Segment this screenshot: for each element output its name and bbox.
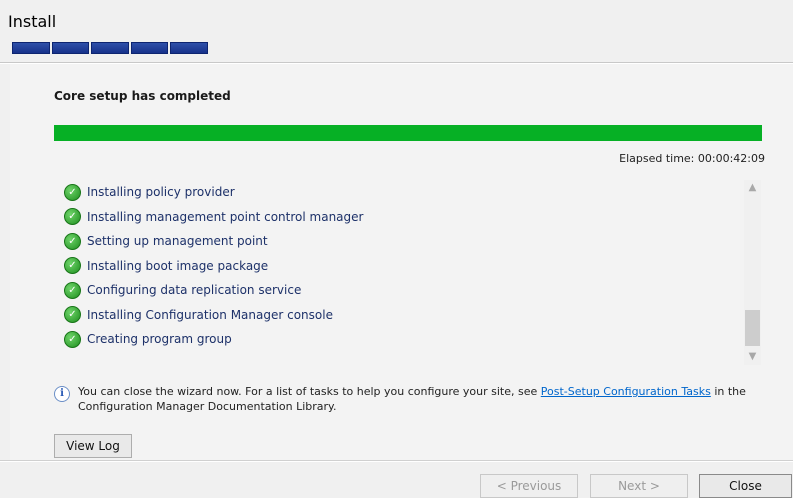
check-icon: ✓ (64, 208, 81, 226)
task-item: ✓ Setting up management point (54, 229, 744, 254)
step-segment (170, 42, 208, 54)
info-message: i You can close the wizard now. For a li… (54, 384, 774, 414)
check-icon: ✓ (64, 281, 81, 299)
next-button[interactable]: Next > (590, 474, 688, 498)
window-title: Install (8, 12, 57, 31)
task-list-scrollbar[interactable]: ▲ ▼ (744, 180, 761, 365)
step-progress-bar (12, 42, 208, 54)
task-label: Installing management point control mana… (87, 209, 364, 224)
footer-divider-highlight (0, 461, 793, 462)
step-segment (12, 42, 50, 54)
task-list: ✓ Installing policy provider ✓ Installing m… (54, 180, 744, 365)
check-icon: ✓ (64, 232, 81, 250)
check-icon: ✓ (64, 257, 81, 275)
info-icon: i (54, 386, 70, 402)
progress-bar (54, 125, 762, 141)
task-item: ✓ Configuring data replication service (54, 278, 744, 303)
view-log-button[interactable]: View Log (54, 434, 132, 458)
task-label: Installing Configuration Manager console (87, 307, 333, 322)
task-item: ✓ Installing boot image package (54, 254, 744, 279)
task-item: ✓ Installing policy provider (54, 180, 744, 205)
task-item: ✓ Installing management point control man… (54, 205, 744, 230)
status-heading: Core setup has completed (54, 89, 231, 103)
task-item: ✓ Installing Configuration Manager consol… (54, 303, 744, 328)
task-label: Configuring data replication service (87, 283, 302, 298)
elapsed-time: Elapsed time: 00:00:42:09 (619, 152, 765, 165)
scroll-down-arrow-icon[interactable]: ▼ (744, 349, 761, 365)
progress-bar-fill (54, 125, 762, 141)
info-text-before: You can close the wizard now. For a list… (78, 385, 541, 398)
previous-button[interactable]: < Previous (480, 474, 578, 498)
scroll-up-arrow-icon[interactable]: ▲ (744, 180, 761, 196)
post-setup-tasks-link[interactable]: Post-Setup Configuration Tasks (541, 385, 711, 398)
step-segment (91, 42, 129, 54)
header: Install (0, 0, 793, 62)
task-item: ✓ Creating program group (54, 327, 744, 352)
scroll-thumb[interactable] (745, 310, 760, 346)
task-label: Installing boot image package (87, 258, 269, 273)
close-button[interactable]: Close (699, 474, 792, 498)
step-segment (51, 42, 90, 54)
check-icon: ✓ (64, 183, 81, 201)
task-label: Installing policy provider (87, 185, 235, 200)
task-label: Setting up management point (87, 234, 268, 249)
task-label: Creating program group (87, 332, 232, 347)
step-segment (130, 42, 169, 54)
check-icon: ✓ (64, 330, 81, 348)
check-icon: ✓ (64, 306, 81, 324)
